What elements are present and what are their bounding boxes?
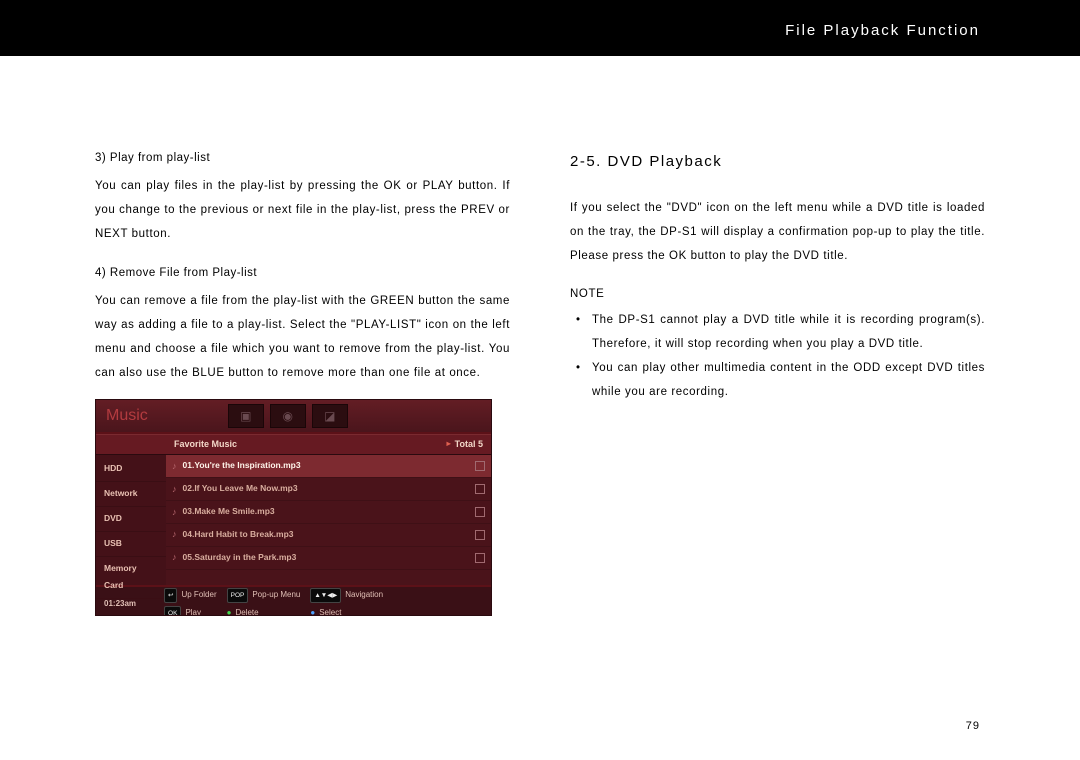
list-item: ♪02.If You Leave Me Now.mp3 bbox=[166, 478, 491, 501]
note-item: The DP-S1 cannot play a DVD title while … bbox=[584, 308, 985, 356]
page-number: 79 bbox=[966, 720, 980, 732]
subhead-play-from-playlist: 3) Play from play-list bbox=[95, 146, 510, 170]
music-note-icon: ♪ bbox=[172, 548, 177, 567]
music-note-icon: ♪ bbox=[172, 525, 177, 544]
popup-key-icon: POP bbox=[227, 588, 249, 604]
music-note-icon: ♪ bbox=[172, 480, 177, 499]
checkbox-icon bbox=[475, 461, 485, 471]
left-column: 3) Play from play-list You can play file… bbox=[95, 146, 510, 616]
video-icon: ▣ bbox=[228, 404, 264, 428]
green-dot-icon: ● bbox=[227, 605, 232, 616]
shot-filelist: ♪01.You're the Inspiration.mp3 ♪02.If Yo… bbox=[166, 455, 491, 585]
shot-time: 01:23am bbox=[104, 596, 136, 613]
blue-dot-icon: ● bbox=[310, 605, 315, 616]
music-note-icon: ♪ bbox=[172, 503, 177, 522]
shot-list-title: Favorite Music bbox=[174, 435, 237, 454]
paragraph-dvd-playback: If you select the "DVD" icon on the left… bbox=[570, 196, 985, 268]
list-item: ♪04.Hard Habit to Break.mp3 bbox=[166, 524, 491, 547]
checkbox-icon bbox=[475, 507, 485, 517]
checkbox-icon bbox=[475, 530, 485, 540]
device-screenshot: Music ▣ ◉ ◪ Favorite Music ▸ Total 5 HDD… bbox=[95, 399, 492, 616]
sidebar-item: DVD bbox=[96, 507, 166, 532]
list-item: ♪05.Saturday in the Park.mp3 bbox=[166, 547, 491, 570]
header-bar: File Playback Function bbox=[0, 0, 1080, 56]
list-item: ♪01.You're the Inspiration.mp3 bbox=[166, 455, 491, 478]
shot-body: HDD Network DVD USB Memory Card ♪01.You'… bbox=[96, 455, 491, 585]
sidebar-item: Network bbox=[96, 482, 166, 507]
subhead-remove-file: 4) Remove File from Play-list bbox=[95, 261, 510, 285]
note-list: The DP-S1 cannot play a DVD title while … bbox=[570, 308, 985, 405]
checkbox-icon bbox=[475, 553, 485, 563]
checkbox-icon bbox=[475, 484, 485, 494]
arrows-key-icon: ▲▼◀▶ bbox=[310, 588, 341, 604]
ok-key-icon: OK bbox=[164, 606, 181, 617]
header-title: File Playback Function bbox=[785, 22, 980, 39]
shot-total-label: Total 5 bbox=[455, 435, 483, 454]
music-icon: ◉ bbox=[270, 404, 306, 428]
music-note-icon: ♪ bbox=[172, 457, 177, 476]
sidebar-item: HDD bbox=[96, 457, 166, 482]
right-column: 2-5. DVD Playback If you select the "DVD… bbox=[570, 146, 985, 616]
flag-icon: ▸ bbox=[447, 436, 451, 453]
section-title: 2-5. DVD Playback bbox=[570, 146, 985, 178]
shot-list-header: Favorite Music ▸ Total 5 bbox=[96, 434, 491, 455]
paragraph-play-from-playlist: You can play files in the play-list by p… bbox=[95, 174, 510, 246]
sidebar-item: USB bbox=[96, 532, 166, 557]
shot-sidebar: HDD Network DVD USB Memory Card bbox=[96, 455, 166, 585]
note-label: NOTE bbox=[570, 282, 985, 306]
note-item: You can play other multimedia content in… bbox=[584, 356, 985, 404]
shot-tab-music: Music bbox=[106, 399, 148, 433]
list-item: ♪03.Make Me Smile.mp3 bbox=[166, 501, 491, 524]
paragraph-remove-file: You can remove a file from the play-list… bbox=[95, 289, 510, 386]
shot-top-tabs: Music ▣ ◉ ◪ bbox=[96, 400, 491, 434]
sidebar-item: Memory Card bbox=[96, 557, 166, 600]
page-content: 3) Play from play-list You can play file… bbox=[0, 56, 1080, 616]
return-key-icon: ↩ bbox=[164, 588, 177, 604]
photo-icon: ◪ bbox=[312, 404, 348, 428]
